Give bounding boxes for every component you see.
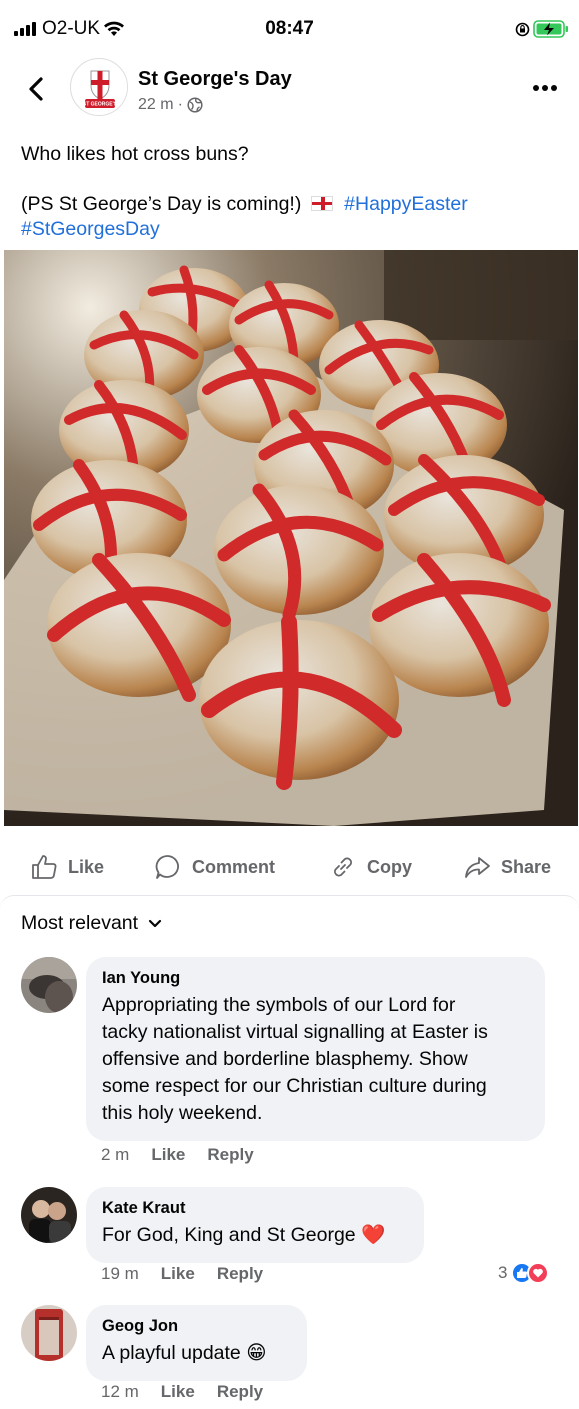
reaction-count: 3 xyxy=(498,1263,508,1282)
hot-cross-buns-image xyxy=(4,250,578,826)
comment-text-line: For God, King and St George xyxy=(102,1224,356,1246)
copy-action-label: Copy xyxy=(367,856,412,877)
post-image[interactable] xyxy=(4,250,578,826)
user-photo-icon xyxy=(21,957,77,1013)
chevron-down-icon xyxy=(148,919,162,927)
comment-like-button[interactable]: Like xyxy=(151,1145,185,1165)
comment-bubble: Geog Jon A playful update 😁 xyxy=(86,1305,307,1381)
st-george-logo-icon: ST GEORGE'S xyxy=(72,60,127,115)
user-photo-icon xyxy=(21,1187,77,1243)
post-time: 22 m xyxy=(138,96,174,113)
reaction-summary[interactable]: 3 xyxy=(498,1262,550,1284)
comment-author[interactable]: Geog Jon xyxy=(102,1317,291,1336)
page-name[interactable]: St George's Day xyxy=(138,68,292,91)
share-arrow-icon xyxy=(465,857,490,878)
comment-text-line: tacky nationalist virtual signalling at … xyxy=(102,1021,488,1043)
status-bar: O2-UK 08:47 xyxy=(0,0,579,60)
share-action-button[interactable]: Share xyxy=(463,845,551,889)
comment-like-button[interactable]: Like xyxy=(161,1264,195,1284)
post-action-bar: Like Comment Copy Share xyxy=(0,845,579,889)
sort-label: Most relevant xyxy=(21,912,139,934)
user-photo-icon xyxy=(21,1305,77,1361)
clock: 08:47 xyxy=(265,18,314,39)
grin-emoji: 😁 xyxy=(246,1342,267,1364)
comment-reply-button[interactable]: Reply xyxy=(207,1145,253,1165)
comment-text-line: A playful update xyxy=(102,1342,241,1364)
avatar[interactable] xyxy=(21,1305,77,1361)
comment-text: A playful update 😁 xyxy=(102,1340,291,1367)
copy-action-button[interactable]: Copy xyxy=(329,845,412,889)
comment-bubble: Ian Young Appropriating the symbols of o… xyxy=(86,957,545,1141)
comment-action-button[interactable]: Comment xyxy=(154,845,275,889)
comment-author[interactable]: Kate Kraut xyxy=(102,1199,408,1218)
avatar[interactable] xyxy=(21,1187,77,1243)
comment-meta: 19 m Like Reply xyxy=(101,1264,285,1284)
comment-author[interactable]: Ian Young xyxy=(102,969,529,988)
comment-like-button[interactable]: Like xyxy=(161,1382,195,1402)
comment-meta: 2 m Like Reply xyxy=(101,1145,276,1165)
comment-text-line: Appropriating the symbols of our Lord fo… xyxy=(102,994,456,1016)
comment-text: Appropriating the symbols of our Lord fo… xyxy=(102,992,529,1127)
like-action-button[interactable]: Like xyxy=(30,845,104,889)
more-options-button[interactable] xyxy=(530,80,560,96)
comment-action-label: Comment xyxy=(192,856,276,877)
comment-text-line: some respect for our Christian culture d… xyxy=(102,1075,487,1097)
post-text-line-2: (PS St George’s Day is coming!) xyxy=(21,193,302,215)
comment-time: 19 m xyxy=(101,1264,139,1283)
like-action-label: Like xyxy=(68,856,105,877)
england-flag-icon xyxy=(310,196,333,211)
comment-time: 12 m xyxy=(101,1382,139,1401)
meta-separator: · xyxy=(177,96,183,113)
orientation-lock-icon xyxy=(515,22,530,37)
link-icon xyxy=(334,857,352,877)
comment-text-line: this holy weekend. xyxy=(102,1102,263,1124)
back-button[interactable] xyxy=(22,74,52,104)
page-avatar[interactable]: ST GEORGE'S xyxy=(70,58,128,116)
comment-text-line: offensive and borderline blasphemy. Show xyxy=(102,1048,468,1070)
heart-emoji: ❤️ xyxy=(361,1224,386,1246)
comment-bubble-icon xyxy=(155,855,179,879)
post-text: Who likes hot cross buns? (PS St George’… xyxy=(21,142,561,242)
hashtag-happy-easter[interactable]: #HappyEaster xyxy=(344,193,468,215)
svg-text:ST GEORGE'S: ST GEORGE'S xyxy=(83,102,118,108)
globe-icon xyxy=(187,97,203,113)
post-text-line-1: Who likes hot cross buns? xyxy=(21,143,249,165)
comment-meta: 12 m Like Reply xyxy=(101,1382,285,1402)
comment-bubble: Kate Kraut For God, King and St George ❤… xyxy=(86,1187,424,1263)
battery-charging-icon xyxy=(533,20,568,38)
comment-text: For God, King and St George ❤️ xyxy=(102,1222,408,1249)
comment-time: 2 m xyxy=(101,1145,130,1164)
avatar[interactable] xyxy=(21,957,77,1013)
comment-reply-button[interactable]: Reply xyxy=(217,1264,263,1284)
thumbs-up-icon xyxy=(32,855,57,879)
hashtag-st-georges-day[interactable]: #StGeorgesDay xyxy=(21,218,160,240)
comment-reply-button[interactable]: Reply xyxy=(217,1382,263,1402)
post-meta: 22 m · xyxy=(138,96,203,114)
share-action-label: Share xyxy=(501,856,552,877)
comments-sort-dropdown[interactable]: Most relevant xyxy=(21,912,162,935)
love-reaction-icon xyxy=(527,1262,550,1284)
